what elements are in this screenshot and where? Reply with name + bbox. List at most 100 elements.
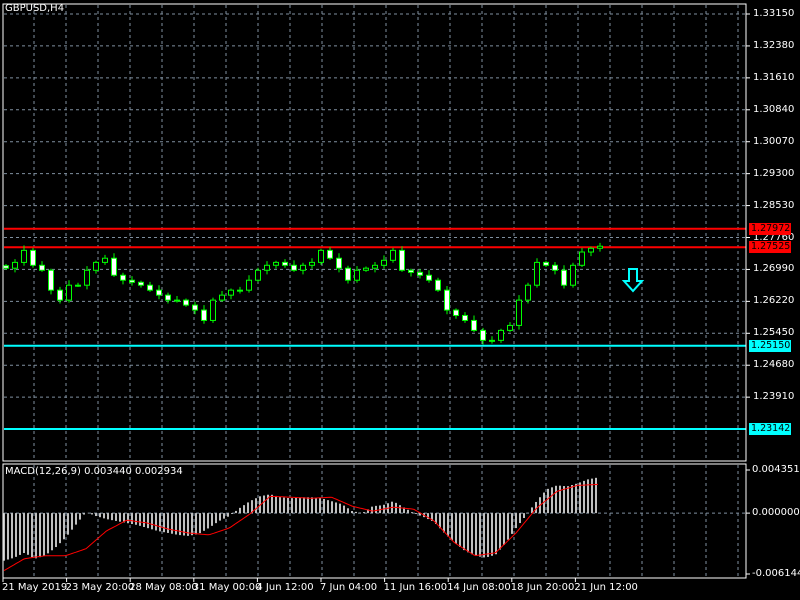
price-level-tag: 1.25150 (749, 339, 791, 352)
macd-indicator (3, 469, 750, 575)
candle-body (390, 249, 396, 261)
candle-body (129, 279, 135, 283)
candle-body (21, 249, 27, 263)
candle-body (561, 269, 567, 286)
time-tick-label: 11 Jun 16:00 (383, 582, 448, 593)
candle-body (174, 299, 180, 302)
macd-tick-label: 0.000000 (752, 507, 800, 519)
time-tick-label: 18 Jun 20:00 (510, 582, 575, 593)
time-tick-label: 21 May 2019 (2, 582, 68, 593)
price-tick-label: 1.28530 (753, 199, 795, 211)
price-tick-label: 1.26990 (753, 263, 795, 275)
candles (3, 242, 603, 345)
candle-body (552, 264, 558, 271)
candle-body (471, 319, 477, 331)
candle-body (201, 309, 207, 321)
price-tick-label: 1.32380 (753, 39, 795, 51)
candle-body (48, 269, 54, 291)
candle-body (75, 284, 81, 287)
candle-body (588, 247, 594, 253)
candle-body (3, 265, 9, 269)
macd-title: MACD(12,26,9) 0.003440 0.002934 (5, 466, 183, 477)
candle-body (102, 257, 108, 263)
candle-body (237, 289, 243, 292)
candle-body (408, 269, 414, 273)
candle-body (66, 284, 72, 301)
candle-body (543, 261, 549, 266)
time-tick-label: 23 May 20:00 (65, 582, 135, 593)
price-tick-label: 1.25450 (753, 327, 795, 339)
candle-body (399, 249, 405, 271)
candle-body (597, 245, 603, 249)
candle-body (264, 264, 270, 271)
sell-arrow-icon[interactable] (621, 268, 645, 293)
candle-body (336, 257, 342, 269)
price-tick-label: 1.30070 (753, 135, 795, 147)
candle-body (84, 269, 90, 286)
candle-body (246, 279, 252, 291)
price-chart[interactable] (0, 0, 800, 600)
candle-body (255, 269, 261, 281)
price-tick-label: 1.23910 (753, 391, 795, 403)
candle-body (120, 274, 126, 281)
candle-body (228, 289, 234, 296)
candle-body (273, 261, 279, 266)
candle-body (462, 314, 468, 321)
price-tick-label: 1.29300 (753, 167, 795, 179)
candle-body (480, 329, 486, 341)
candle-body (489, 339, 495, 342)
candle-body (426, 274, 432, 281)
candle-body (516, 299, 522, 326)
candle-body (327, 249, 333, 259)
candle-body (210, 299, 216, 321)
price-level-tag: 1.27525 (749, 241, 791, 254)
candle-body (435, 279, 441, 291)
candle-body (147, 284, 153, 291)
macd-tick-label: 0.004351 (752, 464, 800, 475)
macd-tick-label: -0.006144 (752, 568, 800, 579)
candle-body (345, 267, 351, 281)
grid (2, 5, 750, 582)
time-tick-label: 4 Jun 12:00 (256, 582, 314, 593)
candle-body (156, 289, 162, 296)
candle-body (291, 264, 297, 271)
candle-body (93, 261, 99, 271)
price-level-tag: 1.23142 (749, 423, 791, 435)
candle-body (282, 261, 288, 266)
candle-body (363, 267, 369, 271)
candle-body (192, 304, 198, 311)
time-tick-label: 28 May 08:00 (129, 582, 198, 593)
candle-body (138, 281, 144, 286)
symbol-title: GBPUSD,H4 (5, 3, 65, 14)
candle-body (525, 284, 531, 301)
candle-body (318, 249, 324, 263)
time-tick-label: 7 Jun 04:00 (320, 582, 378, 593)
price-tick-label: 1.26220 (753, 295, 795, 307)
candle-body (111, 257, 117, 276)
candle-body (498, 329, 504, 341)
time-tick-label: 21 Jun 12:00 (574, 582, 638, 593)
candle-body (534, 261, 540, 286)
candle-body (309, 261, 315, 266)
candle-body (444, 289, 450, 311)
candle-body (507, 324, 513, 331)
candle-body (165, 294, 171, 301)
candle-body (570, 264, 576, 286)
candle-body (453, 309, 459, 316)
candle-body (39, 264, 45, 271)
price-tick-label: 1.33150 (753, 8, 795, 19)
candle-body (12, 261, 18, 269)
price-tick-label: 1.31610 (753, 71, 795, 83)
candle-body (219, 294, 225, 301)
panel-frames (2, 3, 747, 579)
candle-body (381, 259, 387, 266)
candle-body (57, 289, 63, 301)
price-tick-label: 1.30840 (753, 103, 795, 115)
price-level-tag: 1.27972 (749, 222, 791, 235)
candle-body (354, 269, 360, 281)
candle-body (300, 264, 306, 271)
candle-body (372, 264, 378, 269)
time-tick-label: 31 May 00:00 (192, 582, 262, 593)
price-tick-label: 1.24680 (753, 359, 795, 371)
candle-body (183, 299, 189, 306)
